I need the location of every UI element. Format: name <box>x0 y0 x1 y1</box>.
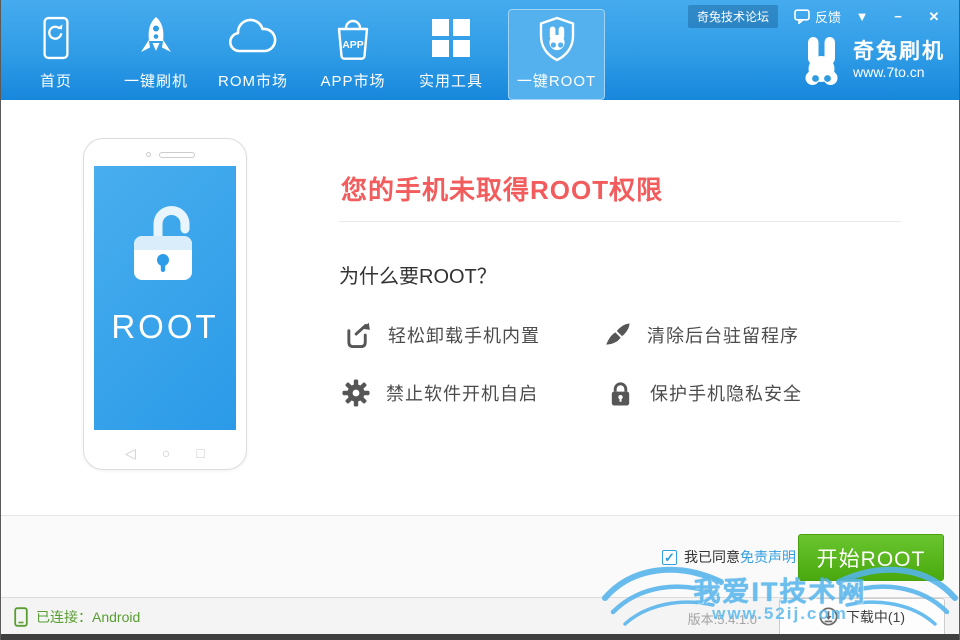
feature-privacy: 保护手机隐私安全 <box>607 377 802 409</box>
close-button[interactable]: ✕ <box>919 9 949 25</box>
minimize-button[interactable]: − <box>883 9 913 24</box>
forum-badge[interactable]: 奇兔技术论坛 <box>688 5 778 28</box>
phone-camera-dot <box>146 152 151 157</box>
nav-label: ROM市场 <box>211 70 295 91</box>
feature-uninstall: 轻松卸载手机内置 <box>345 319 540 351</box>
agree-label: 我已同意 <box>684 547 740 567</box>
nav-item-app-market[interactable]: APP APP市场 <box>311 10 395 98</box>
nav-label: APP市场 <box>311 70 395 91</box>
nav-label: 首页 <box>14 70 98 91</box>
top-navigation-bar: 首页 一键刷机 ROM市场 APP APP市场 实用工具 <box>1 0 959 100</box>
agreement-row: ✓ 我已同意 免责声明 <box>662 547 796 567</box>
nav-item-tools[interactable]: 实用工具 <box>409 10 493 98</box>
speech-bubble-icon <box>794 9 810 24</box>
divider <box>339 221 901 222</box>
status-bar: 已连接：Android 版本:5.4.1.0 下载中(1) <box>1 597 959 634</box>
start-root-button[interactable]: 开始ROOT <box>798 534 944 581</box>
feature-clean: 清除后台驻留程序 <box>604 319 799 351</box>
phone-illustration: ROOT ◁ ○ □ <box>83 138 247 470</box>
brand-url: www.7to.cn <box>853 64 925 80</box>
gear-icon <box>342 379 370 407</box>
feature-autostart: 禁止软件开机自启 <box>342 377 538 409</box>
screen-root-label: ROOT <box>111 308 218 346</box>
nav-item-home[interactable]: 首页 <box>14 10 98 98</box>
lock-icon <box>607 380 634 407</box>
grid-icon <box>409 12 493 64</box>
action-bar: ✓ 我已同意 免责声明 开始ROOT <box>1 515 959 597</box>
back-icon: ◁ <box>125 445 136 462</box>
phone-nav-buttons: ◁ ○ □ <box>84 445 246 462</box>
window-bottom-edge <box>1 634 959 640</box>
window-controls: 奇兔技术论坛 反馈 ▼ − ✕ <box>688 5 949 28</box>
dropdown-menu-button[interactable]: ▼ <box>847 9 877 24</box>
download-manager-button[interactable]: 下载中(1) <box>779 598 945 634</box>
disclaimer-link[interactable]: 免责声明 <box>740 547 796 567</box>
clean-brush-icon <box>604 322 631 349</box>
main-content: ROOT ◁ ○ □ 您的手机未取得ROOT权限 为什么要ROOT？ 轻松卸载手… <box>1 100 959 515</box>
page-title: 您的手机未取得ROOT权限 <box>341 170 663 207</box>
download-icon <box>819 607 838 626</box>
nav-label: 一键刷机 <box>114 70 198 91</box>
phone-speaker <box>159 152 195 158</box>
shield-rabbit-icon <box>509 14 604 64</box>
rocket-icon <box>114 12 198 64</box>
agree-checkbox[interactable]: ✓ <box>662 550 677 565</box>
brand-logo: 奇兔刷机 www.7to.cn <box>801 36 945 86</box>
svg-text:APP: APP <box>342 39 364 51</box>
app-window: 首页 一键刷机 ROM市场 APP APP市场 实用工具 <box>0 0 960 640</box>
phone-screen: ROOT <box>94 166 236 430</box>
connection-status: 已连接：Android <box>14 607 140 627</box>
brand-name: 奇兔刷机 <box>853 40 945 63</box>
version-label: 版本:5.4.1.0 <box>688 609 757 628</box>
why-root-question: 为什么要ROOT？ <box>339 260 497 289</box>
nav-item-flash[interactable]: 一键刷机 <box>114 10 198 98</box>
nav-label: 实用工具 <box>409 70 493 91</box>
open-padlock-icon <box>125 204 205 290</box>
feedback-button[interactable]: 反馈 <box>794 7 841 26</box>
cloud-icon <box>211 12 295 64</box>
home-icon: ○ <box>162 445 170 462</box>
app-bag-icon: APP <box>311 12 395 64</box>
nav-item-rom-market[interactable]: ROM市场 <box>211 10 295 98</box>
phone-refresh-icon <box>14 12 98 64</box>
uninstall-icon <box>345 322 372 349</box>
nav-label: 一键ROOT <box>509 70 604 91</box>
recent-icon: □ <box>196 445 204 462</box>
connected-phone-icon <box>14 607 28 627</box>
nav-item-one-key-root-active[interactable]: 一键ROOT <box>508 9 605 100</box>
rabbit-logo-icon <box>801 36 843 86</box>
